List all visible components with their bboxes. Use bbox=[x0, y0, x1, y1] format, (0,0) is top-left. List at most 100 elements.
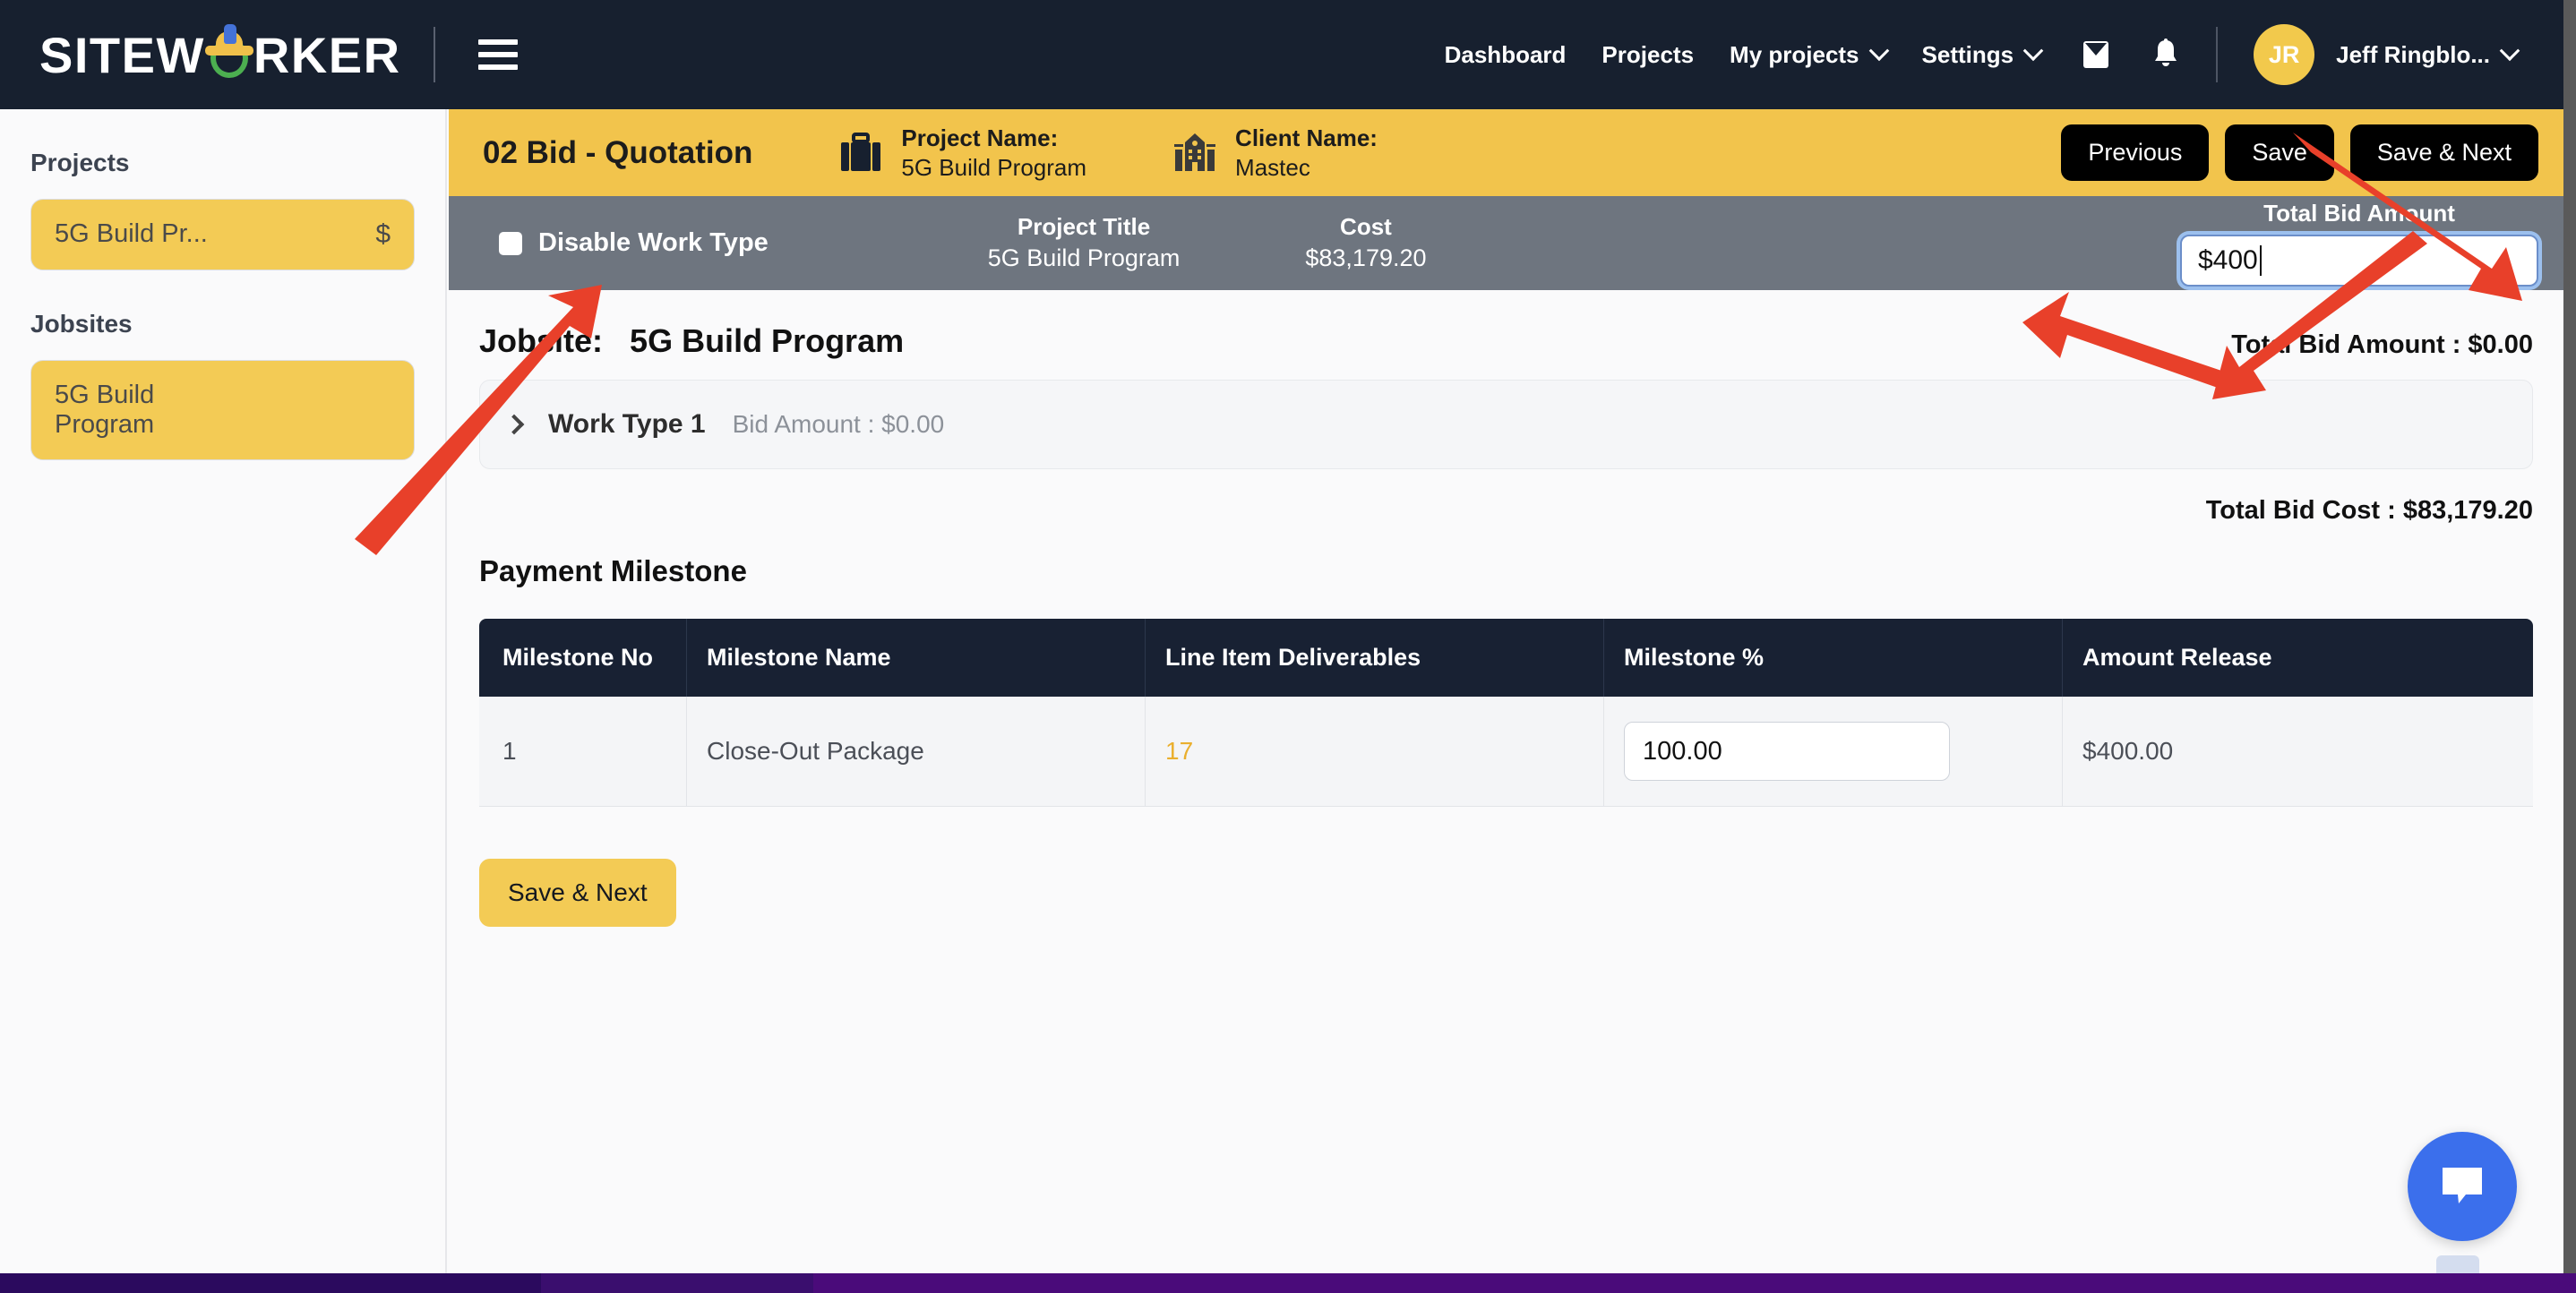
work-type-name: Work Type 1 bbox=[548, 409, 706, 439]
nav-link-dashboard[interactable]: Dashboard bbox=[1445, 41, 1567, 69]
brand-text-before: SITEW bbox=[39, 26, 205, 83]
page-title: 02 Bid - Quotation bbox=[483, 134, 753, 170]
column-milestone-pct: Milestone % bbox=[1604, 619, 2063, 697]
bell-notification-icon[interactable] bbox=[2151, 38, 2180, 72]
total-bid-amount-value: $400 bbox=[2198, 245, 2258, 275]
table-row: 1 Close-Out Package 17 100.00 $400.00 bbox=[479, 697, 2533, 807]
client-name-label: Client Name: bbox=[1235, 124, 1378, 151]
sidebar: Projects 5G Build Pr... $ Jobsites 5G Bu… bbox=[0, 109, 447, 1273]
table-header: Milestone No Milestone Name Line Item De… bbox=[479, 619, 2533, 697]
sidebar-item-jobsite[interactable]: 5G Build Program bbox=[30, 360, 415, 460]
disable-work-type-label: Disable Work Type bbox=[538, 228, 769, 257]
total-bid-amount-label: Total Bid Amount bbox=[2263, 200, 2455, 227]
previous-button[interactable]: Previous bbox=[2061, 124, 2210, 181]
user-menu-label: Jeff Ringblo... bbox=[2336, 40, 2490, 68]
cost-column: Cost $83,179.20 bbox=[1305, 212, 1426, 274]
hardhat-o-icon bbox=[204, 24, 253, 80]
step-header-bar: 02 Bid - Quotation Project Name: 5G Buil… bbox=[449, 109, 2563, 196]
table-body: 1 Close-Out Package 17 100.00 $400.00 bbox=[479, 697, 2533, 807]
table-header-row: Milestone No Milestone Name Line Item De… bbox=[479, 619, 2533, 697]
app-window: SITEW RKER Dashboard Projects My project… bbox=[0, 0, 2576, 1293]
save-and-next-button-bottom[interactable]: Save & Next bbox=[479, 859, 676, 927]
nav-right-group: Dashboard Projects My projects Settings bbox=[1409, 24, 2520, 85]
jobsite-row: Jobsite: 5G Build Program Total Bid Amou… bbox=[479, 322, 2533, 360]
nav-link-settings[interactable]: Settings bbox=[1921, 40, 2044, 69]
column-line-item-deliverables: Line Item Deliverables bbox=[1146, 619, 1604, 697]
work-type-bid-amount: Bid Amount : $0.00 bbox=[732, 410, 945, 438]
browser-bottom-edge bbox=[0, 1273, 2576, 1293]
avatar[interactable]: JR bbox=[2254, 24, 2315, 85]
summary-bar: Disable Work Type Project Title 5G Build… bbox=[449, 196, 2563, 290]
cell-line-item-deliverables: 17 bbox=[1146, 697, 1604, 807]
brand-logo-text: SITEW RKER bbox=[39, 24, 401, 84]
chevron-right-icon[interactable] bbox=[503, 414, 525, 435]
nav-link-label: Projects bbox=[1601, 40, 1695, 68]
project-title-value: 5G Build Program bbox=[987, 244, 1181, 271]
save-and-next-button-top[interactable]: Save & Next bbox=[2349, 124, 2538, 181]
milestone-pct-value: 100.00 bbox=[1643, 736, 1722, 766]
disable-work-type-checkbox[interactable] bbox=[499, 231, 522, 255]
jobsite-label: Jobsite: bbox=[479, 322, 604, 359]
project-name-text: Project Name: 5G Build Program bbox=[901, 124, 1086, 182]
nav-link-label: Dashboard bbox=[1444, 40, 1567, 68]
cost-label: Cost bbox=[1340, 213, 1392, 241]
nav-link-projects[interactable]: Projects bbox=[1601, 41, 1694, 69]
brand-logo[interactable]: SITEW RKER bbox=[39, 24, 401, 84]
top-navbar: SITEW RKER Dashboard Projects My project… bbox=[0, 0, 2563, 109]
sidebar-project-label: 5G Build Pr... bbox=[55, 219, 208, 248]
header-actions: Previous Save Save & Next bbox=[2061, 124, 2538, 181]
column-milestone-name: Milestone Name bbox=[687, 619, 1146, 697]
vertical-scrollbar[interactable] bbox=[2563, 0, 2576, 1273]
nav-separator bbox=[2216, 27, 2219, 82]
main-content: 02 Bid - Quotation Project Name: 5G Buil… bbox=[449, 109, 2563, 1273]
nav-divider bbox=[433, 27, 435, 82]
sidebar-heading-jobsites: Jobsites bbox=[30, 310, 133, 338]
avatar-initials: JR bbox=[2268, 40, 2300, 68]
nav-link-label: My projects bbox=[1730, 40, 1859, 68]
cell-milestone-pct: 100.00 bbox=[1604, 697, 2063, 807]
save-button[interactable]: Save bbox=[2225, 124, 2334, 181]
briefcase-icon bbox=[838, 132, 883, 175]
chevron-down-icon bbox=[2022, 40, 2044, 62]
client-name-group: Client Name: Mastec bbox=[1172, 124, 1378, 182]
sidebar-heading-projects: Projects bbox=[30, 149, 130, 176]
project-name-value: 5G Build Program bbox=[901, 153, 1087, 181]
work-type-accordion[interactable]: Work Type 1 Bid Amount : $0.00 bbox=[479, 380, 2533, 469]
chevron-down-icon bbox=[2499, 40, 2520, 62]
jobsite-name: 5G Build Program bbox=[630, 322, 905, 359]
nav-link-my-projects[interactable]: My projects bbox=[1730, 40, 1889, 69]
payment-milestone-table: Milestone No Milestone Name Line Item De… bbox=[479, 619, 2533, 807]
milestone-pct-input[interactable]: 100.00 bbox=[1624, 722, 1950, 781]
project-name-group: Project Name: 5G Build Program bbox=[838, 124, 1086, 182]
cost-value: $83,179.20 bbox=[1305, 244, 1427, 271]
brand-text-after: RKER bbox=[253, 26, 401, 83]
project-title-label: Project Title bbox=[1017, 213, 1151, 241]
mail-icon[interactable] bbox=[2080, 39, 2112, 70]
line-item-deliverables-link[interactable]: 17 bbox=[1165, 737, 1193, 765]
cell-amount-release: $400.00 bbox=[2063, 697, 2533, 807]
cell-milestone-name: Close-Out Package bbox=[687, 697, 1146, 807]
hamburger-menu-icon[interactable] bbox=[477, 39, 518, 70]
column-amount-release: Amount Release bbox=[2063, 619, 2533, 697]
sidebar-item-project[interactable]: 5G Build Pr... $ bbox=[30, 199, 415, 270]
total-bid-cost-summary: Total Bid Cost : $83,179.20 bbox=[2205, 496, 2533, 525]
column-milestone-no: Milestone No bbox=[479, 619, 687, 697]
user-menu[interactable]: Jeff Ringblo... bbox=[2336, 40, 2520, 69]
client-name-text: Client Name: Mastec bbox=[1235, 124, 1378, 182]
cell-milestone-no: 1 bbox=[479, 697, 687, 807]
body-area: Jobsite: 5G Build Program Total Bid Amou… bbox=[449, 322, 2563, 927]
chevron-down-icon bbox=[1868, 40, 1889, 62]
total-bid-amount-summary: Total Bid Amount : $0.00 bbox=[2231, 330, 2533, 359]
building-icon bbox=[1172, 132, 1217, 175]
chat-bubble-icon[interactable] bbox=[2408, 1132, 2517, 1241]
nav-link-label: Settings bbox=[1921, 40, 2014, 68]
total-bid-amount-input[interactable]: $400 bbox=[2180, 235, 2538, 287]
project-title-column: Project Title 5G Build Program bbox=[988, 212, 1181, 274]
client-name-value: Mastec bbox=[1235, 153, 1310, 181]
payment-milestone-title: Payment Milestone bbox=[479, 554, 747, 587]
sidebar-jobsite-label: 5G Build Program bbox=[55, 381, 155, 439]
total-bid-amount-field: Total Bid Amount $400 bbox=[2180, 200, 2538, 287]
disable-work-type-group[interactable]: Disable Work Type bbox=[499, 228, 769, 258]
project-name-label: Project Name: bbox=[901, 124, 1059, 151]
dollar-icon: $ bbox=[375, 219, 391, 249]
